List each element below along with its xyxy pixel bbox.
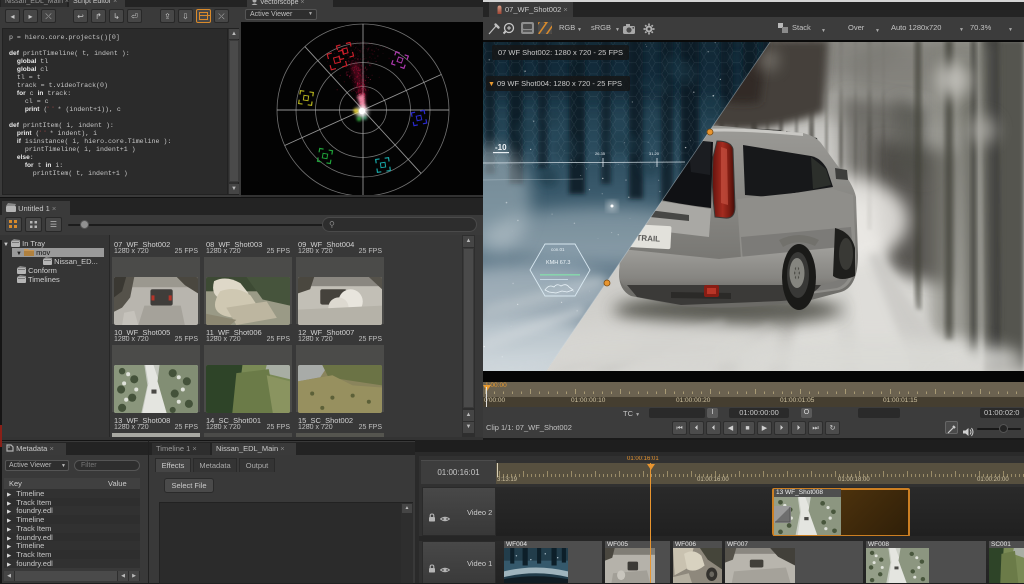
svg-text:KMH 67.3: KMH 67.3 xyxy=(546,260,570,266)
svg-text:con.01: con.01 xyxy=(551,247,565,252)
svg-text:26.35: 26.35 xyxy=(595,151,606,156)
svg-text:31.20: 31.20 xyxy=(649,151,660,156)
svg-text:-10: -10 xyxy=(495,143,507,152)
